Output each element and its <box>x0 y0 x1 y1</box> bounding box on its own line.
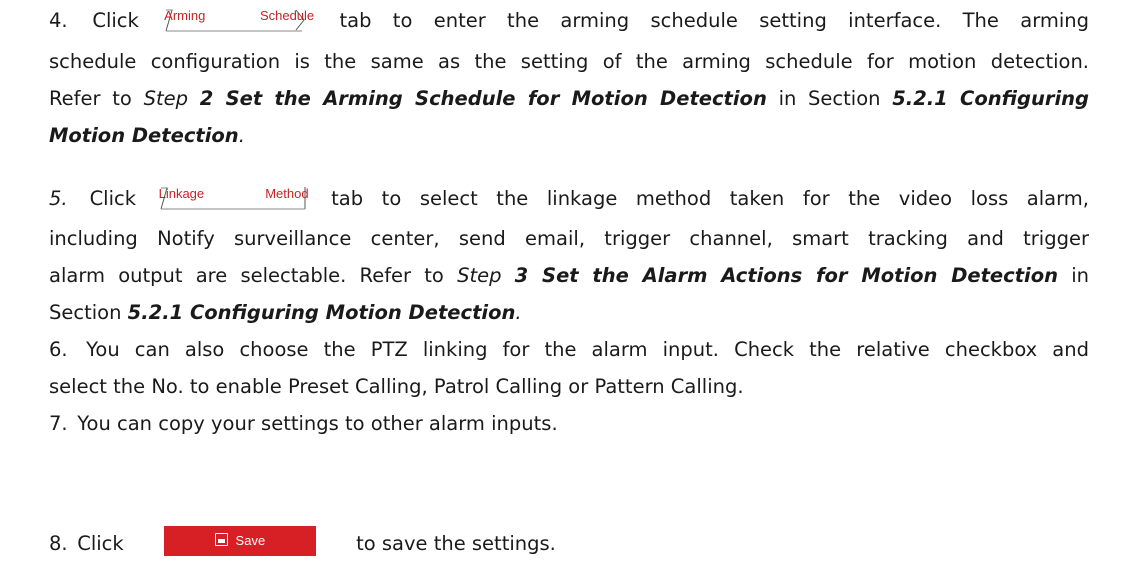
step-text: You can also choose the PTZ linking for … <box>86 338 1089 361</box>
step-text: including Notify surveillance center, se… <box>49 227 1089 250</box>
step-8-line-1: 8. Click Save to save the settings. <box>49 525 556 557</box>
step-number: 5. <box>49 187 68 210</box>
arming-schedule-tab-button[interactable]: Arming Schedule <box>164 6 314 32</box>
step-4-line-2: schedule configuration is the same as th… <box>49 49 1089 75</box>
step-text: alarm output are selectable. Refer to <box>49 264 444 287</box>
manual-page: 4. Click Arming Schedule tab to enter th… <box>0 0 1123 585</box>
step-7-line-1: 7. You can copy your settings to other a… <box>49 411 558 437</box>
step-text: in Section <box>778 87 881 110</box>
step-text: You can copy your settings to other alar… <box>77 412 558 435</box>
step-text: Click <box>92 9 139 32</box>
step-ref: Step <box>457 264 502 287</box>
step-4-line-4: Motion Detection. <box>49 123 245 149</box>
step-text: to save the settings. <box>356 532 556 555</box>
step-4-line-3: Refer to Step 2 Set the Arming Schedule … <box>49 86 1089 112</box>
step-4-line-1: 4. Click Arming Schedule tab to enter th… <box>49 8 1089 34</box>
linkage-method-tab-button[interactable]: Linkage Method <box>159 184 309 210</box>
step-number: 7. <box>49 412 68 435</box>
punct: . <box>238 124 245 147</box>
step-5-line-3: alarm output are selectable. Refer to St… <box>49 263 1089 289</box>
step-ref-title: 3 Set the Alarm Actions for Motion Detec… <box>514 264 1059 287</box>
step-number: 4. <box>49 9 68 32</box>
step-6-line-2: select the No. to enable Preset Calling,… <box>49 374 744 400</box>
section-ref: 5.2.1 Configuring <box>892 87 1089 110</box>
floppy-disk-icon <box>214 532 228 546</box>
punct: . <box>515 301 522 324</box>
step-ref-title: 2 Set the Arming Schedule for Motion Det… <box>199 87 767 110</box>
step-text: Refer to <box>49 87 132 110</box>
step-text: tab to select the linkage method taken f… <box>331 187 1089 210</box>
tab-label: Arming Schedule <box>164 7 315 23</box>
section-ref: Motion Detection <box>49 124 239 147</box>
step-number: 6. <box>49 338 68 361</box>
save-button-label: Save <box>235 532 266 548</box>
tab-label: Linkage Method <box>158 185 309 201</box>
section-ref: 5.2.1 Configuring Motion Detection <box>127 301 516 324</box>
step-5-line-1: 5. Click Linkage Method tab to select th… <box>49 186 1089 212</box>
step-5-line-4: Section 5.2.1 Configuring Motion Detecti… <box>49 300 522 326</box>
step-number: 8. <box>49 532 68 555</box>
step-6-line-1: 6. You can also choose the PTZ linking f… <box>49 337 1089 363</box>
save-button[interactable]: Save <box>163 525 316 556</box>
step-text: Click <box>77 532 124 555</box>
step-text: Section <box>49 301 122 324</box>
step-text: tab to enter the arming schedule setting… <box>339 9 1090 32</box>
step-text: Click <box>89 187 137 210</box>
step-5-line-2: including Notify surveillance center, se… <box>49 226 1089 252</box>
step-text: select the No. to enable Preset Calling,… <box>49 375 744 398</box>
step-text: in <box>1071 264 1089 287</box>
step-ref: Step <box>143 87 188 110</box>
step-text: schedule configuration is the same as th… <box>49 50 1089 73</box>
